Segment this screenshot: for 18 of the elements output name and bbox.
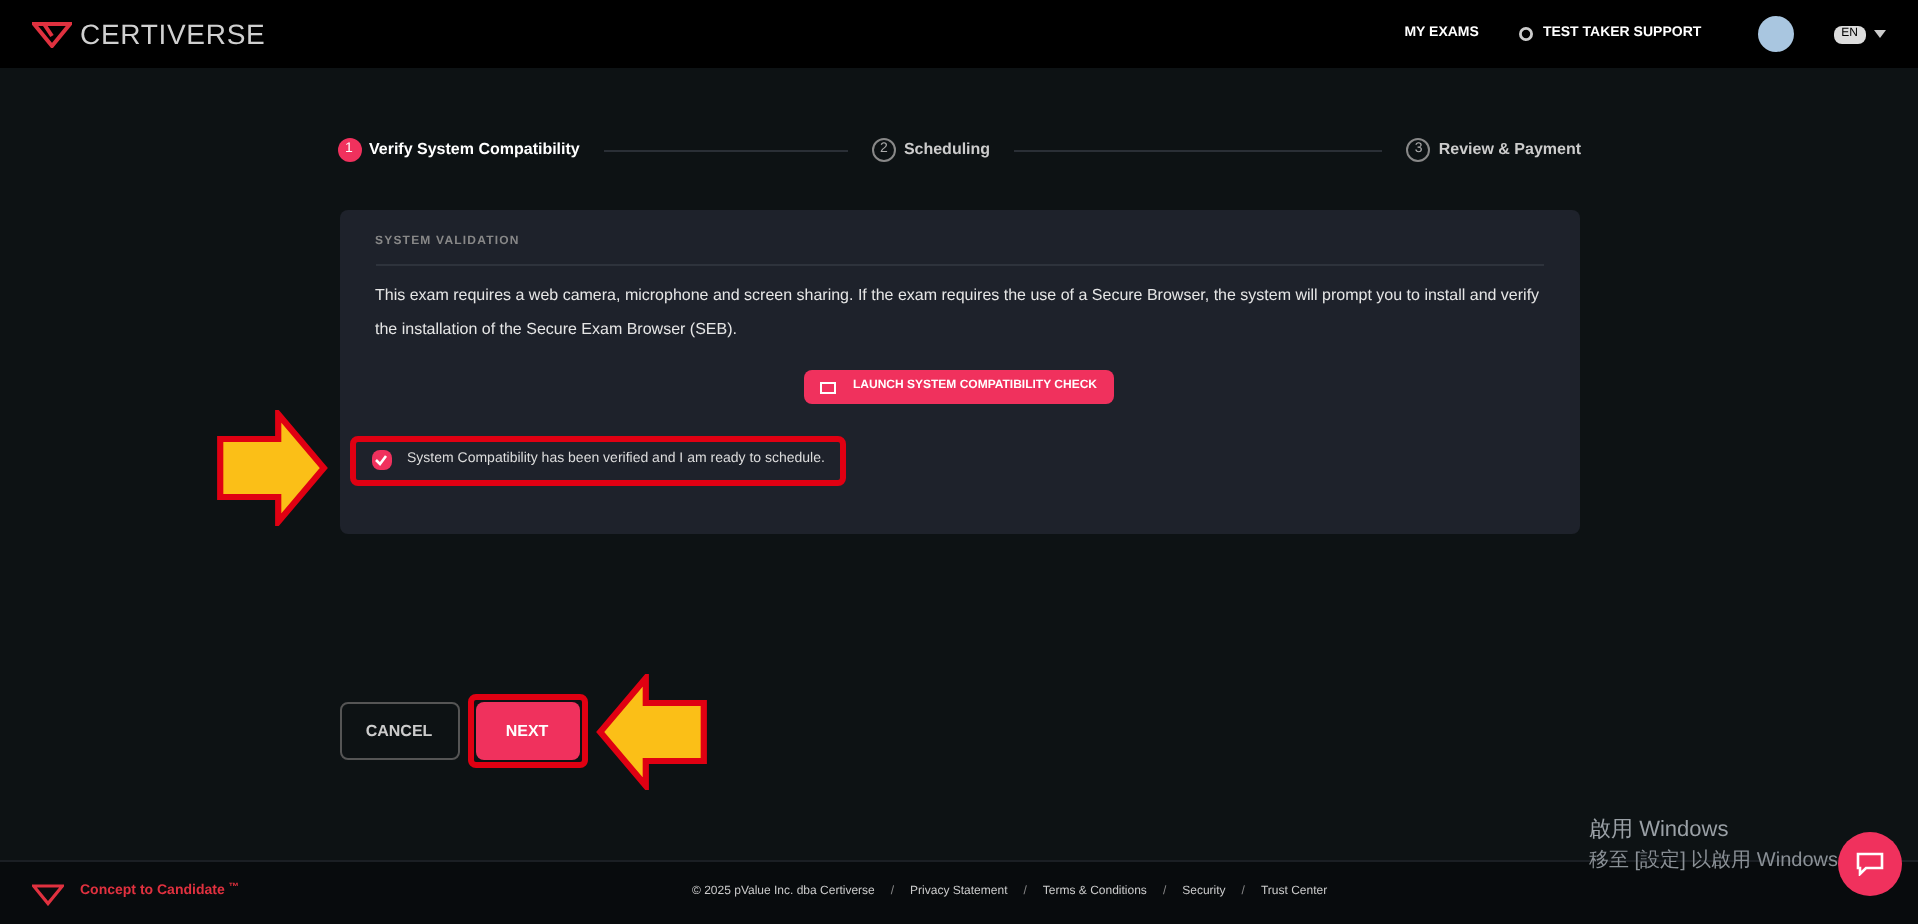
gear-icon [1518,26,1535,42]
logo-text: CERTIVERSE [80,15,266,53]
avatar[interactable] [1757,16,1794,52]
check-icon [374,454,388,467]
callout-arrow [595,673,707,789]
logo-icon [32,20,72,48]
activation-title: 啟用 Windows [1589,815,1731,845]
monitor-icon [820,381,837,393]
chat-button[interactable] [1838,832,1902,896]
cancel-button[interactable]: CANCEL [339,702,459,760]
logo-icon [32,881,64,905]
card-text: This exam requires a web camera, microphone and screen sharing. If the exam requires the use of a Secure Browser, the system will prompt you to install and verify the installation of the Secure Exam Browser (SEB). [375,284,1542,342]
callout-arrow [215,410,327,526]
caret-icon [1874,30,1886,38]
chat-icon [1856,852,1884,876]
activation-text: 移至 [設定] 以啟用 Windows [1589,847,1838,876]
checkbox[interactable] [371,450,391,471]
next-button[interactable]: NEXT [475,702,579,760]
